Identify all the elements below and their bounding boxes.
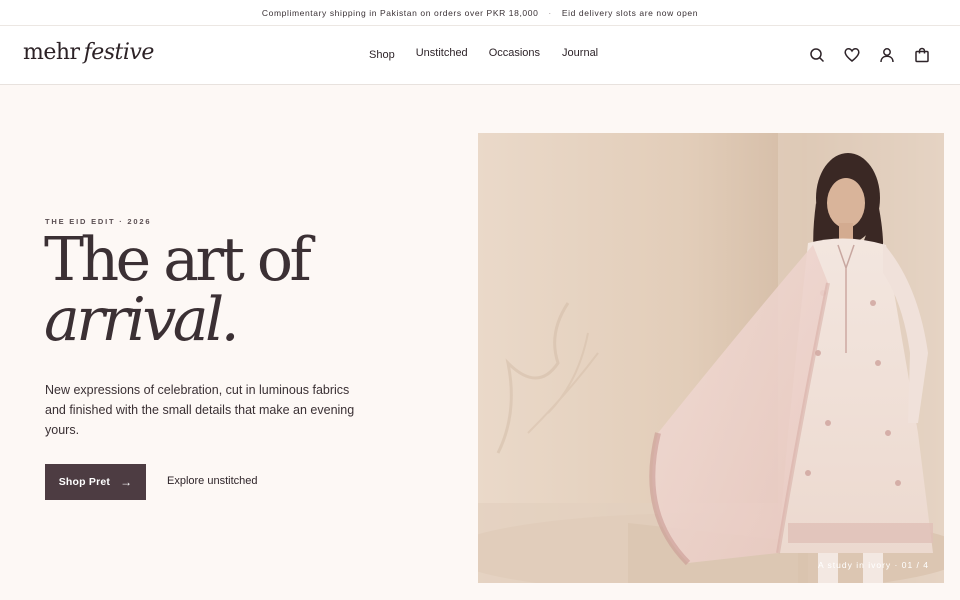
site-header: mehr festive Shop Unstitched Occasions Jo… bbox=[0, 26, 960, 85]
hero-photo-illustration bbox=[478, 133, 944, 583]
hero-image bbox=[478, 133, 944, 583]
announcement-eid: Eid delivery slots are now open bbox=[561, 7, 699, 18]
brand-logo[interactable]: mehr festive bbox=[23, 40, 154, 65]
nav-shop[interactable]: Shop bbox=[369, 49, 395, 61]
image-caption: A study in ivory · 01 / 4 bbox=[818, 560, 929, 570]
bag-icon[interactable] bbox=[913, 46, 931, 64]
announcement-shipping: Complimentary shipping in Pakistan on or… bbox=[261, 7, 539, 18]
hero-headline: The art of arrival. bbox=[44, 230, 312, 355]
explore-unstitched-link[interactable]: Explore unstitched bbox=[167, 475, 258, 487]
arrow-right-icon: → bbox=[120, 475, 133, 489]
announcement-separator: · bbox=[548, 7, 552, 18]
nav-journal[interactable]: Journal bbox=[562, 47, 598, 61]
header-icons bbox=[808, 46, 931, 64]
logo-italic: festive bbox=[83, 40, 155, 65]
logo-main: mehr bbox=[23, 40, 80, 65]
heart-icon[interactable] bbox=[843, 46, 861, 64]
nav-unstitched[interactable]: Unstitched bbox=[416, 47, 468, 61]
shop-pret-label: Shop Pret bbox=[58, 476, 111, 488]
search-icon[interactable] bbox=[808, 46, 826, 64]
headline-line2: arrival. bbox=[44, 285, 240, 355]
hero-subcopy: New expressions of celebration, cut in l… bbox=[45, 383, 355, 437]
user-icon[interactable] bbox=[878, 46, 896, 64]
shop-pret-button[interactable]: Shop Pret → bbox=[45, 464, 146, 500]
announcement-bar: Complimentary shipping in Pakistan on or… bbox=[0, 0, 960, 26]
main-nav: Shop Unstitched Occasions Journal bbox=[369, 47, 598, 61]
nav-occasions[interactable]: Occasions bbox=[489, 47, 540, 61]
